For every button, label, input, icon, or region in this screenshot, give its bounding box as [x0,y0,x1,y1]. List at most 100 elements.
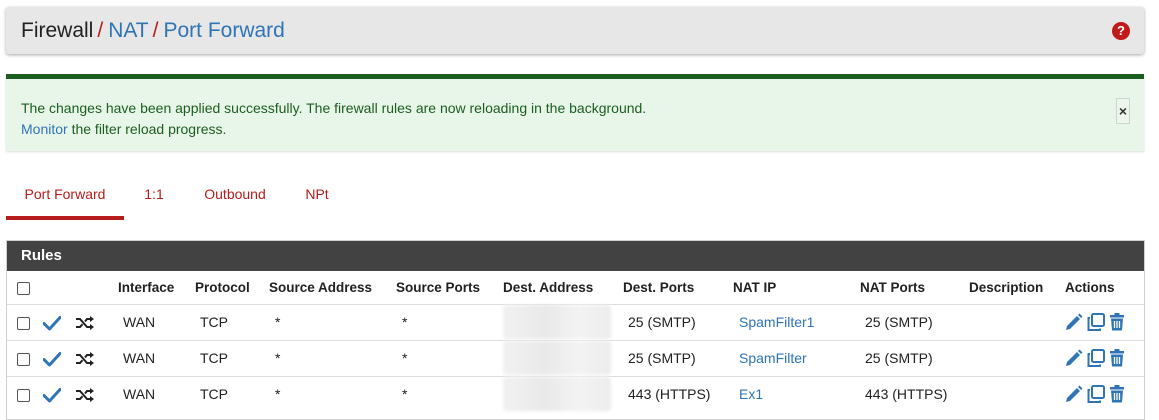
table-header-row: Interface Protocol Source Address Source… [7,271,1144,304]
breadcrumb-port-forward[interactable]: Port Forward [163,19,284,42]
row-checkbox[interactable] [17,389,30,403]
status-cell [43,339,75,376]
cell-interface: WAN [118,375,195,412]
trash-icon[interactable] [1109,349,1125,367]
copy-icon[interactable] [1087,349,1105,368]
tab-port-forward[interactable]: Port Forward [6,175,124,220]
rules-heading: Rules [7,241,1144,271]
nat-tabs: Port Forward 1:1 Outbound NPt [6,175,1144,221]
cell-description [969,303,1065,340]
redacted-address [503,341,611,375]
close-button[interactable]: × [1116,98,1130,124]
cell-dest-address [503,339,623,376]
rules-body: WAN TCP * * 25 (SMTP) SpamFilter1 25 (SM… [7,303,1144,412]
tab-one-to-one[interactable]: 1:1 [134,175,174,220]
header-source-address[interactable]: Source Address [269,271,396,304]
cell-actions [1065,375,1144,412]
table-row[interactable]: WAN TCP * * 25 (SMTP) SpamFilter1 25 (SM… [7,303,1144,340]
cell-nat-ip: Ex1 [733,375,860,412]
copy-icon[interactable] [1087,313,1105,332]
reflection-cell [75,303,118,340]
rules-table: Interface Protocol Source Address Source… [7,271,1144,412]
question-circle-icon[interactable]: ? [1112,22,1130,40]
cell-protocol: TCP [195,339,269,376]
shuffle-icon [76,387,94,402]
cell-actions [1065,303,1144,340]
status-cell [43,303,75,340]
pencil-icon[interactable] [1065,385,1083,403]
breadcrumb-firewall: Firewall [21,19,94,42]
pencil-icon[interactable] [1065,313,1083,331]
reflection-cell [75,375,118,412]
row-select-cell [7,303,43,340]
cell-dest-ports: 25 (SMTP) [623,303,733,340]
cell-description [969,375,1065,412]
row-select-cell [7,375,43,412]
header-actions: Actions [1065,279,1115,295]
header-dest-address[interactable]: Dest. Address [503,271,623,304]
status-cell [43,375,75,412]
cell-nat-ip: SpamFilter1 [733,303,860,340]
trash-icon[interactable] [1109,313,1125,331]
monitor-link[interactable]: Monitor [21,121,68,137]
cell-description [969,339,1065,376]
header-dest-ports[interactable]: Dest. Ports [623,271,733,304]
rules-panel: Rules Interface Protocol Source Address … [6,240,1145,420]
table-row[interactable]: WAN TCP * * 443 (HTTPS) Ex1 443 (HTTPS) [7,375,1144,412]
redacted-address [503,305,611,339]
cell-dest-ports: 443 (HTTPS) [623,375,733,412]
cell-source-address: * [269,339,396,376]
header-description[interactable]: Description [969,271,1065,304]
header-protocol[interactable]: Protocol [195,271,269,304]
alert-monitor-text: the filter reload progress. [67,121,227,137]
shuffle-icon [76,351,94,366]
tab-npt[interactable]: NPt [296,175,338,220]
cell-interface: WAN [118,339,195,376]
reflection-cell [75,339,118,376]
header-reflection [75,271,118,304]
cell-dest-address [503,375,623,412]
table-row[interactable]: WAN TCP * * 25 (SMTP) SpamFilter 25 (SMT… [7,339,1144,376]
cell-actions [1065,339,1144,376]
copy-icon[interactable] [1087,385,1105,404]
header-nat-ports[interactable]: NAT Ports [860,271,969,304]
select-all-cell [7,271,43,304]
cell-interface: WAN [118,303,195,340]
cell-source-ports: * [396,339,503,376]
nat-ip-link[interactable]: SpamFilter1 [739,314,814,330]
cell-nat-ip: SpamFilter [733,339,860,376]
cell-nat-ports: 25 (SMTP) [860,339,969,376]
cell-protocol: TCP [195,375,269,412]
header-interface[interactable]: Interface [118,271,195,304]
cell-source-ports: * [396,375,503,412]
check-icon[interactable] [43,315,61,331]
cell-source-ports: * [396,303,503,340]
cell-dest-address [503,303,623,340]
alert-message: The changes have been applied successful… [21,100,647,116]
check-icon[interactable] [43,351,61,367]
breadcrumb-nat[interactable]: NAT [108,19,148,42]
check-icon[interactable] [43,387,61,403]
header-source-ports[interactable]: Source Ports [396,271,503,304]
cell-protocol: TCP [195,303,269,340]
alert-monitor-line: Monitor the filter reload progress. [21,121,226,137]
nat-ip-link[interactable]: Ex1 [739,386,763,402]
trash-icon[interactable] [1109,385,1125,403]
shuffle-icon [76,315,94,330]
cell-dest-ports: 25 (SMTP) [623,339,733,376]
header-nat-ip[interactable]: NAT IP [733,271,860,304]
breadcrumb: Firewall / NAT / Port Forward [21,19,285,43]
pencil-icon[interactable] [1065,349,1083,367]
select-all-checkbox[interactable] [17,281,30,295]
tab-outbound[interactable]: Outbound [194,175,276,220]
row-checkbox[interactable] [17,352,30,366]
row-select-cell [7,339,43,376]
row-checkbox[interactable] [17,316,30,330]
redacted-address [503,377,611,412]
header-status [43,271,75,304]
nat-ip-link[interactable]: SpamFilter [739,350,807,366]
cell-nat-ports: 25 (SMTP) [860,303,969,340]
page-header: Firewall / NAT / Port Forward ? [6,7,1144,54]
breadcrumb-separator: / [97,19,104,42]
breadcrumb-separator: / [152,19,159,42]
